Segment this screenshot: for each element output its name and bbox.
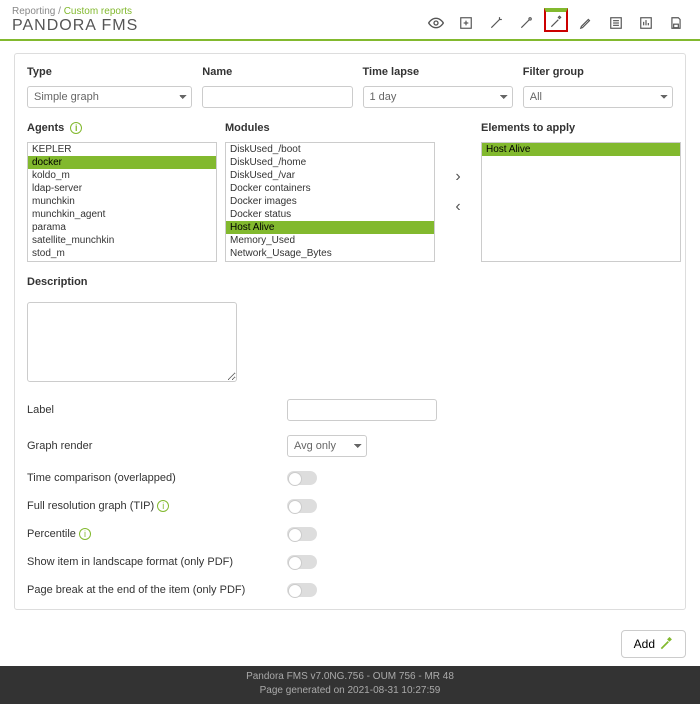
breadcrumb-parent[interactable]: Reporting xyxy=(12,6,55,17)
label-label: Label xyxy=(27,404,287,416)
list-item[interactable]: munchkin xyxy=(28,195,216,208)
list-item[interactable]: Memory_Used xyxy=(226,234,434,247)
list-item[interactable]: munchkin_agent xyxy=(28,208,216,221)
info-icon[interactable]: i xyxy=(157,500,169,512)
status-bar: Pandora FMS v7.0NG.756 - OUM 756 - MR 48… xyxy=(0,666,700,704)
info-icon[interactable]: i xyxy=(79,528,91,540)
list-item[interactable]: Host Alive xyxy=(226,221,434,234)
chart-icon[interactable] xyxy=(634,11,658,35)
name-label: Name xyxy=(202,66,352,78)
list-item[interactable]: stod_m xyxy=(28,247,216,260)
pagebreak-toggle[interactable] xyxy=(287,583,317,597)
elements-label: Elements to apply xyxy=(481,122,681,134)
list-item[interactable]: Docker images xyxy=(226,195,434,208)
list-item[interactable]: Docker containers xyxy=(226,182,434,195)
arrow-left-icon[interactable]: ‹ xyxy=(455,198,460,216)
label-input[interactable] xyxy=(287,399,437,421)
add-item-icon[interactable] xyxy=(454,11,478,35)
landscape-label: Show item in landscape format (only PDF) xyxy=(27,556,287,568)
add-button[interactable]: Add xyxy=(621,630,686,658)
wand-active-icon[interactable] xyxy=(544,8,568,32)
graph-render-select[interactable]: Avg only xyxy=(287,435,367,457)
timelapse-label: Time lapse xyxy=(363,66,513,78)
name-input[interactable] xyxy=(202,86,352,108)
header-toolbar xyxy=(424,11,688,35)
list-item[interactable]: satellite_munchkin xyxy=(28,234,216,247)
timelapse-select[interactable]: 1 day xyxy=(363,86,513,108)
percentile-toggle[interactable] xyxy=(287,527,317,541)
time-comparison-toggle[interactable] xyxy=(287,471,317,485)
percentile-label: Percentile i xyxy=(27,528,287,540)
modules-label: Modules xyxy=(225,122,435,134)
description-label: Description xyxy=(27,276,673,288)
agents-label: Agents xyxy=(27,122,64,134)
save-icon[interactable] xyxy=(664,11,688,35)
list-icon[interactable] xyxy=(604,11,628,35)
list-item[interactable]: Docker status xyxy=(226,208,434,221)
description-textarea[interactable] xyxy=(27,302,237,382)
info-icon[interactable]: i xyxy=(70,122,82,134)
full-resolution-label: Full resolution graph (TIP) i xyxy=(27,500,287,512)
filtergroup-select[interactable]: All xyxy=(523,86,673,108)
graph-render-label: Graph render xyxy=(27,440,287,452)
type-label: Type xyxy=(27,66,192,78)
app-name: PANDORA FMS xyxy=(12,17,138,35)
wand1-icon[interactable] xyxy=(484,11,508,35)
type-select[interactable]: Simple graph xyxy=(27,86,192,108)
list-item[interactable]: KEPLER xyxy=(28,143,216,156)
wand2-icon[interactable] xyxy=(514,11,538,35)
landscape-toggle[interactable] xyxy=(287,555,317,569)
arrow-right-icon[interactable]: › xyxy=(455,168,460,186)
breadcrumb-current[interactable]: Custom reports xyxy=(64,6,132,17)
pencil-icon[interactable] xyxy=(574,11,598,35)
agents-listbox[interactable]: KEPLERdockerkoldo_mldap-servermunchkinmu… xyxy=(27,142,217,262)
list-item[interactable]: parama xyxy=(28,221,216,234)
list-item[interactable]: DiskUsed_/boot xyxy=(226,143,434,156)
list-item[interactable]: Host Alive xyxy=(482,143,680,156)
elements-listbox[interactable]: Host Alive xyxy=(481,142,681,262)
status-line2: Page generated on 2021-08-31 10:27:59 xyxy=(0,684,700,698)
pagebreak-label: Page break at the end of the item (only … xyxy=(27,584,287,596)
list-item[interactable]: DiskUsed_/var xyxy=(226,169,434,182)
add-button-label: Add xyxy=(634,637,655,651)
eye-icon[interactable] xyxy=(424,11,448,35)
list-item[interactable]: docker xyxy=(28,156,216,169)
status-line1: Pandora FMS v7.0NG.756 - OUM 756 - MR 48 xyxy=(0,670,700,684)
list-item[interactable]: DiskUsed_/home xyxy=(226,156,434,169)
list-item[interactable]: Swap_Used xyxy=(226,260,434,262)
filtergroup-label: Filter group xyxy=(523,66,673,78)
time-comparison-label: Time comparison (overlapped) xyxy=(27,472,287,484)
list-item[interactable]: Network_Usage_Bytes xyxy=(226,247,434,260)
list-item[interactable]: koldo_m xyxy=(28,169,216,182)
list-item[interactable]: ldap-server xyxy=(28,182,216,195)
wand-icon xyxy=(659,637,673,651)
modules-listbox[interactable]: DiskUsed_/bootDiskUsed_/homeDiskUsed_/va… xyxy=(225,142,435,262)
full-resolution-toggle[interactable] xyxy=(287,499,317,513)
breadcrumb: Reporting / Custom reports xyxy=(12,6,138,17)
